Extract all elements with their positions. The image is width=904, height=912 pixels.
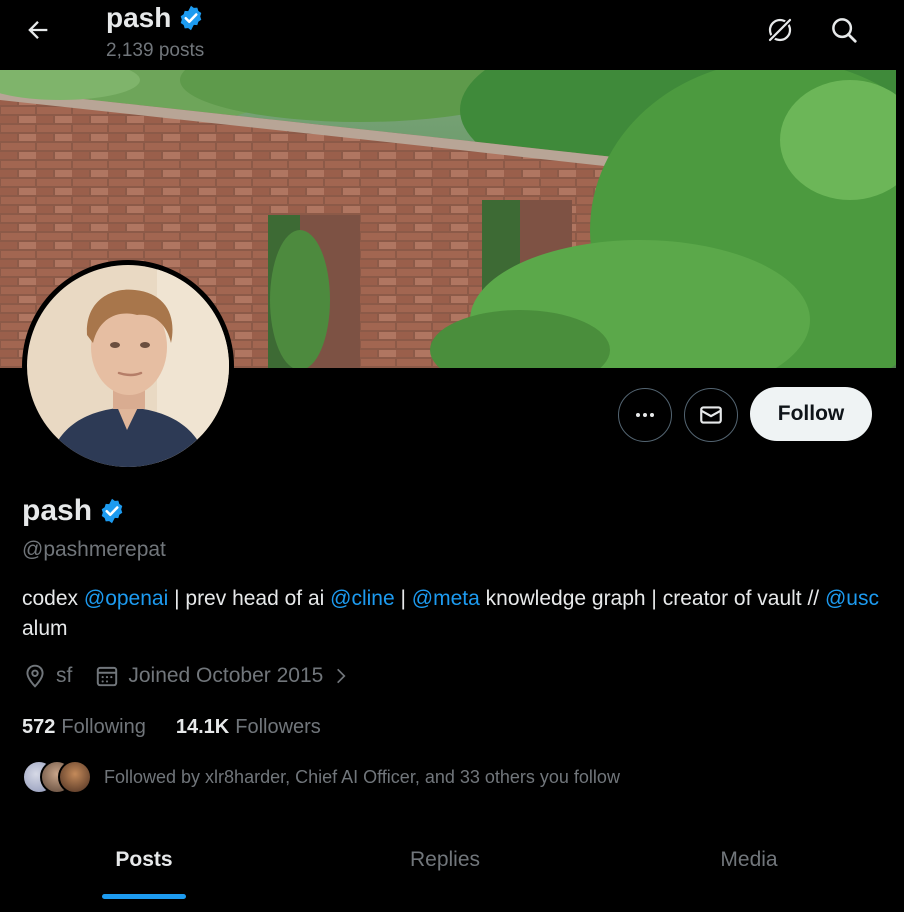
tab-replies[interactable]: Replies xyxy=(288,830,602,912)
following-count: 572 xyxy=(22,716,56,738)
location-pin-icon xyxy=(26,664,44,688)
bio-text: | xyxy=(394,587,412,610)
mention-link[interactable]: @meta xyxy=(412,587,480,610)
more-button[interactable] xyxy=(618,388,672,442)
followers-link[interactable]: 14.1K Followers xyxy=(176,716,321,739)
profile-name-row: pash xyxy=(22,494,126,528)
mention-link[interactable]: @openai xyxy=(84,587,168,610)
following-label: Following xyxy=(61,716,146,738)
search-button[interactable] xyxy=(826,12,862,48)
verified-badge-icon xyxy=(181,5,202,31)
search-icon xyxy=(832,18,857,43)
header-name: pash xyxy=(106,2,172,33)
mention-link[interactable]: @cline xyxy=(330,587,395,610)
back-button[interactable] xyxy=(20,12,56,48)
profile-stats: 572 Following 14.1K Followers xyxy=(22,716,321,739)
bio-text: alum xyxy=(22,617,68,640)
calendar-icon xyxy=(97,666,118,687)
tab-label: Posts xyxy=(115,848,173,871)
tab-media[interactable]: Media xyxy=(602,830,896,912)
following-link[interactable]: 572 Following xyxy=(22,716,146,739)
avatar xyxy=(27,265,229,467)
followed-by[interactable]: Followed by xlr8harder, Chief AI Officer… xyxy=(22,760,620,794)
active-tab-indicator xyxy=(102,894,186,899)
joined-date[interactable]: Joined October 2015 xyxy=(94,663,351,689)
grok-icon xyxy=(766,16,794,44)
bio-text: | prev head of ai xyxy=(168,587,331,610)
header-title: pash xyxy=(106,2,205,34)
profile-avatar[interactable] xyxy=(22,260,234,472)
more-icon xyxy=(636,413,654,417)
posts-count: 2,139 posts xyxy=(106,40,205,61)
followers-count: 14.1K xyxy=(175,716,230,738)
joined-text: Joined October 2015 xyxy=(128,664,324,687)
bio-text: knowledge graph | creator of vault // xyxy=(479,587,825,610)
mini-avatar xyxy=(58,760,92,794)
tab-posts[interactable]: Posts xyxy=(0,830,288,912)
profile-handle: @pashmerepat xyxy=(22,538,166,561)
followers-label: Followers xyxy=(235,716,321,738)
profile-bio: codex @openai | prev head of ai @cline |… xyxy=(22,584,882,644)
top-bar: pash 2,139 posts xyxy=(0,0,904,70)
chevron-right-icon xyxy=(337,668,346,684)
bio-text: codex xyxy=(22,587,84,610)
profile-name: pash xyxy=(22,494,93,527)
back-arrow-icon xyxy=(28,21,48,39)
message-button[interactable] xyxy=(684,388,738,442)
tab-label: Media xyxy=(720,848,778,871)
mail-icon xyxy=(700,406,722,424)
followed-by-text: Followed by xlr8harder, Chief AI Officer… xyxy=(104,766,620,787)
grok-button[interactable] xyxy=(762,12,798,48)
tab-label: Replies xyxy=(409,848,481,871)
avatar-image xyxy=(27,265,229,467)
profile-meta: sf Joined October 2015 xyxy=(22,663,351,689)
follow-button[interactable]: Follow xyxy=(750,387,872,441)
profile-tabs: Posts Replies Media xyxy=(0,830,896,912)
mention-link[interactable]: @usc xyxy=(825,587,879,610)
verified-badge-icon[interactable] xyxy=(98,497,126,525)
location-text: sf xyxy=(56,664,73,687)
location: sf xyxy=(22,663,72,689)
